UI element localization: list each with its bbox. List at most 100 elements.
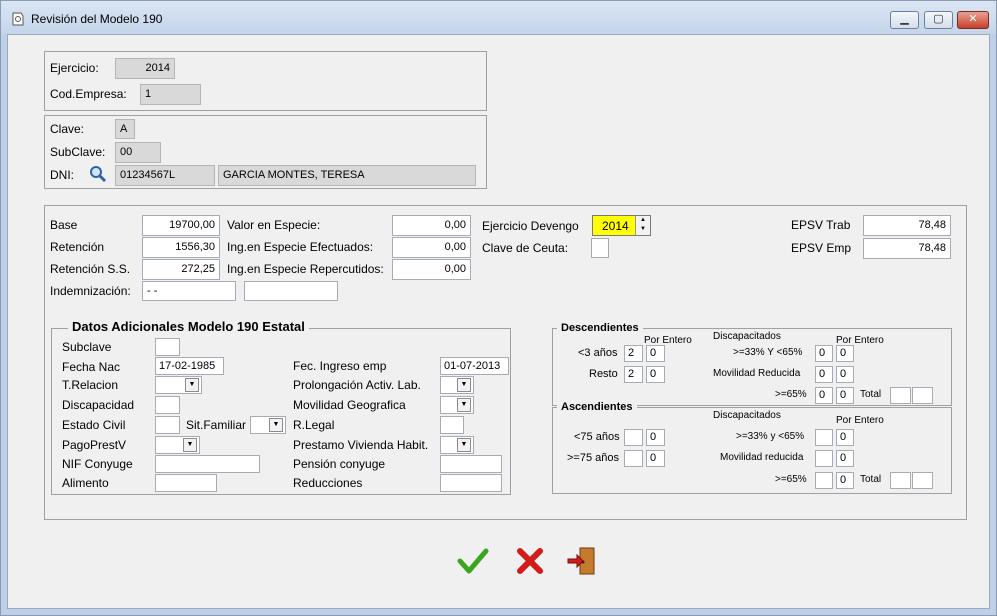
clave-ceuta-label: Clave de Ceuta:: [482, 241, 569, 255]
asc-movilidad-label: Movilidad reducida: [720, 452, 804, 463]
asc-total-label: Total: [860, 474, 882, 485]
ing-efectuados-label: Ing.en Especie Efectuados:: [227, 240, 374, 254]
epsv-trab-field[interactable]: 78,48: [863, 215, 951, 236]
discapacidad-field[interactable]: [155, 396, 180, 414]
base-field[interactable]: 19700,00: [142, 215, 220, 236]
asc-total-field-1[interactable]: [890, 472, 911, 489]
window-title: Revisión del Modelo 190: [31, 12, 163, 26]
discapacidad-label: Discapacidad: [62, 398, 135, 412]
fec-ingreso-label: Fec. Ingreso emp: [293, 359, 387, 373]
retencion-ss-field[interactable]: 272,25: [142, 259, 220, 280]
cod-empresa-field[interactable]: 1: [140, 84, 201, 105]
epsv-emp-label: EPSV Emp: [791, 241, 852, 255]
minimize-button[interactable]: ▁: [890, 11, 919, 29]
asc-d33-entero-field[interactable]: 0: [836, 429, 854, 446]
indemnizacion-label: Indemnización:: [50, 284, 131, 298]
prolongacion-select[interactable]: ▼: [440, 376, 474, 394]
clave-field[interactable]: A: [115, 119, 135, 139]
desc-d33-field[interactable]: 0: [815, 345, 833, 362]
ejercicio-field[interactable]: 2014: [115, 58, 175, 79]
check-icon[interactable]: [457, 546, 489, 576]
nif-conyuge-field[interactable]: [155, 455, 260, 473]
da-subclave-field[interactable]: [155, 338, 180, 356]
subclave-label: SubClave:: [50, 145, 106, 159]
desc-d33-entero-field[interactable]: 0: [836, 345, 854, 362]
sit-familiar-select[interactable]: ▼: [250, 416, 286, 434]
asc-total-field-2[interactable]: [912, 472, 933, 489]
chevron-down-icon[interactable]: ▼: [185, 378, 199, 392]
indemnizacion-field[interactable]: - -: [142, 281, 236, 301]
movilidad-label: Movilidad Geografica: [293, 398, 406, 412]
asc-d65-entero-field[interactable]: 0: [836, 472, 854, 489]
epsv-emp-field[interactable]: 78,48: [863, 238, 951, 259]
nombre-field[interactable]: GARCIA MONTES, TERESA: [218, 165, 476, 186]
clave-ceuta-field[interactable]: [591, 238, 609, 258]
retencion-field[interactable]: 1556,30: [142, 237, 220, 258]
chevron-down-icon[interactable]: ▼: [457, 398, 471, 412]
exit-door-icon[interactable]: [566, 545, 598, 577]
chevron-down-icon[interactable]: ▼: [457, 438, 471, 452]
subclave-field[interactable]: 00: [115, 142, 161, 163]
menor3-entero-field[interactable]: 0: [646, 345, 665, 362]
pension-field[interactable]: [440, 455, 502, 473]
desc-movilidad-entero-field[interactable]: 0: [836, 366, 854, 383]
menor3-label: <3 años: [578, 347, 618, 359]
pago-prest-label: PagoPrestV: [62, 438, 127, 452]
chevron-down-icon[interactable]: ▼: [269, 418, 283, 432]
ing-repercutidos-field[interactable]: 0,00: [392, 259, 471, 280]
valor-especie-field[interactable]: 0,00: [392, 215, 471, 236]
resto-field[interactable]: 2: [624, 366, 643, 383]
fecha-nac-field[interactable]: 17-02-1985: [155, 357, 224, 375]
retencion-label: Retención: [50, 240, 105, 254]
asc-movilidad-field[interactable]: [815, 450, 833, 467]
menor3-field[interactable]: 2: [624, 345, 643, 362]
da-subclave-label: Subclave: [62, 340, 112, 354]
movilidad-select[interactable]: ▼: [440, 396, 474, 414]
desc-movilidad-field[interactable]: 0: [815, 366, 833, 383]
valor-especie-label: Valor en Especie:: [227, 218, 321, 232]
prestamo-select[interactable]: ▼: [440, 436, 474, 454]
r-legal-field[interactable]: [440, 416, 464, 434]
desc-total-field-2[interactable]: [912, 387, 933, 404]
menor75-entero-field[interactable]: 0: [646, 429, 665, 446]
resto-entero-field[interactable]: 0: [646, 366, 665, 383]
reducciones-field[interactable]: [440, 474, 502, 492]
desc-total-field-1[interactable]: [890, 387, 911, 404]
desc-d65-field[interactable]: 0: [815, 387, 833, 404]
alimento-field[interactable]: [155, 474, 217, 492]
ing-efectuados-field[interactable]: 0,00: [392, 237, 471, 258]
t-relacion-select[interactable]: ▼: [155, 376, 202, 394]
spinner-arrows[interactable]: ▲ ▼: [635, 216, 650, 235]
mayor75-field[interactable]: [624, 450, 643, 467]
pago-prest-select[interactable]: ▼: [155, 436, 200, 454]
asc-movilidad-entero-field[interactable]: 0: [836, 450, 854, 467]
desc-discapacitados-label: Discapacitados: [713, 331, 781, 342]
fec-ingreso-field[interactable]: 01-07-2013: [440, 357, 509, 375]
dni-label: DNI:: [50, 168, 74, 182]
close-window-button[interactable]: ✕: [957, 11, 989, 29]
t-relacion-label: T.Relacion: [62, 378, 119, 392]
prestamo-label: Prestamo Vivienda Habit.: [293, 438, 429, 452]
asc-d33-field[interactable]: [815, 429, 833, 446]
mayor75-label: >=75 años: [567, 452, 619, 464]
asc-d65-field[interactable]: [815, 472, 833, 489]
menor75-field[interactable]: [624, 429, 643, 446]
indemnizacion-field-2[interactable]: [244, 281, 338, 301]
dni-field[interactable]: 01234567L: [115, 165, 215, 186]
ejercicio-devengo-spinner[interactable]: 2014 ▲ ▼: [592, 215, 651, 236]
estado-civil-field[interactable]: [155, 416, 180, 434]
maximize-button[interactable]: ▢: [924, 11, 953, 29]
r-legal-label: R.Legal: [293, 418, 335, 432]
retencion-ss-label: Retención S.S.: [50, 262, 131, 276]
menor75-label: <75 años: [574, 431, 620, 443]
magnifier-icon[interactable]: [89, 165, 107, 183]
mayor75-entero-field[interactable]: 0: [646, 450, 665, 467]
chevron-down-icon[interactable]: ▼: [457, 378, 471, 392]
cross-icon[interactable]: [515, 546, 545, 576]
datos-adicionales-title: Datos Adicionales Modelo 190 Estatal: [68, 319, 309, 334]
desc-d65-entero-field[interactable]: 0: [836, 387, 854, 404]
chevron-down-icon[interactable]: ▼: [183, 438, 197, 452]
prolongacion-label: Prolongación Activ. Lab.: [293, 378, 421, 392]
ejercicio-devengo-value: 2014: [602, 219, 629, 233]
ejercicio-devengo-label: Ejercicio Devengo: [482, 219, 579, 233]
